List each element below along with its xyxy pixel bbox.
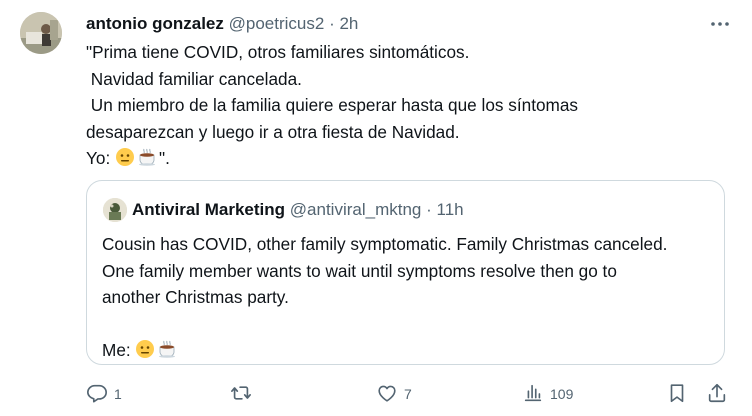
views-button[interactable]: 109 xyxy=(522,382,573,406)
quoted-tweet-line: Cousin has COVID, other family symptomat… xyxy=(102,234,668,254)
hot-beverage-icon xyxy=(157,339,177,359)
author-handle[interactable]: @poetricus2 xyxy=(229,14,325,33)
tweet-line-suffix: ". xyxy=(159,148,170,168)
views-icon xyxy=(522,382,544,407)
quoted-tweet-time[interactable]: 11h xyxy=(437,200,464,219)
reply-button[interactable]: 1 xyxy=(86,382,122,406)
tweet-line-prefix: Yo: xyxy=(86,148,115,168)
quoted-author-avatar[interactable] xyxy=(103,198,127,222)
tweet-line: Yo: ". xyxy=(86,145,726,172)
neutral-face-icon xyxy=(115,147,135,167)
tweet-actions: 1 7 109 xyxy=(0,380,752,410)
quoted-tweet-spacer xyxy=(102,311,712,338)
retweet-button[interactable] xyxy=(230,382,258,406)
neutral-face-icon xyxy=(135,339,155,359)
tweet-line: desaparezcan y luego ir a otra fiesta de… xyxy=(86,121,460,142)
share-button[interactable] xyxy=(706,382,728,406)
quoted-tweet-line: Me: xyxy=(102,337,712,364)
tweet-line: Un miembro de la familia quiere esperar … xyxy=(86,95,578,115)
quoted-author-handle[interactable]: @antiviral_mktng xyxy=(290,200,422,219)
author-avatar[interactable] xyxy=(20,12,62,54)
quoted-line-prefix: Me: xyxy=(102,340,136,360)
reply-count: 1 xyxy=(114,386,122,402)
tweet-text: "Prima tiene COVID, otros familiares sin… xyxy=(86,39,726,172)
bookmark-icon xyxy=(666,382,688,407)
reply-icon xyxy=(86,382,108,407)
hot-beverage-icon xyxy=(137,147,157,167)
like-button[interactable]: 7 xyxy=(376,382,412,406)
quoted-tweet-header: Antiviral Marketing @antiviral_mktng · 1… xyxy=(132,199,464,221)
author-name[interactable]: antonio gonzalez xyxy=(86,14,224,33)
more-icon[interactable] xyxy=(708,14,732,34)
separator-dot: · xyxy=(426,200,432,219)
tweet-header: antonio gonzalez @poetricus2 · 2h xyxy=(86,13,358,35)
quoted-author-name[interactable]: Antiviral Marketing xyxy=(132,200,285,219)
views-count: 109 xyxy=(550,386,574,402)
tweet-line: "Prima tiene COVID, otros familiares sin… xyxy=(86,42,470,62)
quoted-tweet-line: One family member wants to wait until sy… xyxy=(102,260,617,281)
quoted-tweet-line: another Christmas party. xyxy=(102,287,289,307)
separator-dot: · xyxy=(329,14,335,33)
tweet-time[interactable]: 2h xyxy=(339,14,358,33)
tweet-line: Navidad familiar cancelada. xyxy=(86,68,302,89)
bookmark-button[interactable] xyxy=(666,382,688,406)
quoted-tweet[interactable]: Antiviral Marketing @antiviral_mktng · 1… xyxy=(86,180,725,365)
retweet-icon xyxy=(230,382,252,407)
quoted-tweet-text: Cousin has COVID, other family symptomat… xyxy=(102,231,712,364)
share-icon xyxy=(706,382,728,407)
heart-icon xyxy=(376,382,398,407)
tweet[interactable]: antonio gonzalez @poetricus2 · 2h "Prima… xyxy=(0,0,752,416)
like-count: 7 xyxy=(404,386,412,402)
